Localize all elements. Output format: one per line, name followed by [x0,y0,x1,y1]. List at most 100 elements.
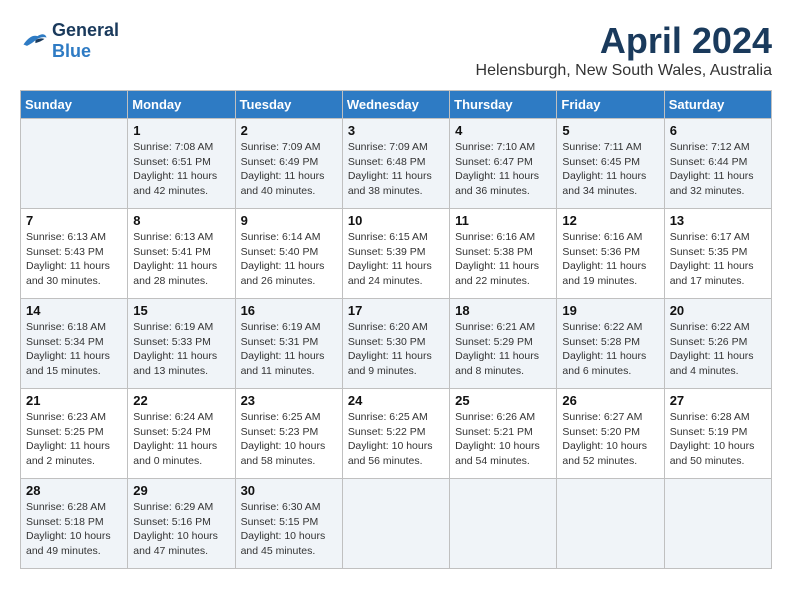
day-info: Sunrise: 7:12 AMSunset: 6:44 PMDaylight:… [670,140,766,199]
day-number: 24 [348,393,444,408]
table-row: 30 Sunrise: 6:30 AMSunset: 5:15 PMDayligh… [235,479,342,569]
day-info: Sunrise: 7:09 AMSunset: 6:49 PMDaylight:… [241,140,337,199]
table-row: 2 Sunrise: 7:09 AMSunset: 6:49 PMDaylight… [235,119,342,209]
day-info: Sunrise: 6:25 AMSunset: 5:22 PMDaylight:… [348,410,444,469]
day-number: 13 [670,213,766,228]
table-row: 26 Sunrise: 6:27 AMSunset: 5:20 PMDayligh… [557,389,664,479]
table-row: 25 Sunrise: 6:26 AMSunset: 5:21 PMDayligh… [450,389,557,479]
table-row: 16 Sunrise: 6:19 AMSunset: 5:31 PMDayligh… [235,299,342,389]
day-number: 25 [455,393,551,408]
day-number: 8 [133,213,229,228]
day-info: Sunrise: 6:13 AMSunset: 5:41 PMDaylight:… [133,230,229,289]
day-info: Sunrise: 6:27 AMSunset: 5:20 PMDaylight:… [562,410,658,469]
day-info: Sunrise: 6:28 AMSunset: 5:18 PMDaylight:… [26,500,122,559]
day-info: Sunrise: 6:19 AMSunset: 5:31 PMDaylight:… [241,320,337,379]
day-number: 7 [26,213,122,228]
table-row: 12 Sunrise: 6:16 AMSunset: 5:36 PMDayligh… [557,209,664,299]
day-info: Sunrise: 6:29 AMSunset: 5:16 PMDaylight:… [133,500,229,559]
day-number: 4 [455,123,551,138]
day-number: 17 [348,303,444,318]
title-block: April 2024 Helensburgh, New South Wales,… [476,20,772,80]
day-number: 29 [133,483,229,498]
day-number: 5 [562,123,658,138]
table-row: 7 Sunrise: 6:13 AMSunset: 5:43 PMDaylight… [21,209,128,299]
header-sunday: Sunday [21,91,128,119]
table-row: 23Sunrise: 6:25 AMSunset: 5:23 PMDayligh… [235,389,342,479]
table-row: 8 Sunrise: 6:13 AMSunset: 5:41 PMDaylight… [128,209,235,299]
day-info: Sunrise: 6:26 AMSunset: 5:21 PMDaylight:… [455,410,551,469]
day-info: Sunrise: 6:22 AMSunset: 5:26 PMDaylight:… [670,320,766,379]
day-number: 6 [670,123,766,138]
day-info: Sunrise: 6:24 AMSunset: 5:24 PMDaylight:… [133,410,229,469]
table-row [664,479,771,569]
logo-text: General Blue [52,20,119,62]
calendar-table: Sunday Monday Tuesday Wednesday Thursday… [20,90,772,569]
day-number: 10 [348,213,444,228]
table-row: 11 Sunrise: 6:16 AMSunset: 5:38 PMDayligh… [450,209,557,299]
header-tuesday: Tuesday [235,91,342,119]
day-info: Sunrise: 6:17 AMSunset: 5:35 PMDaylight:… [670,230,766,289]
day-number: 22 [133,393,229,408]
day-number: 30 [241,483,337,498]
day-number: 19 [562,303,658,318]
table-row: 9 Sunrise: 6:14 AMSunset: 5:40 PMDaylight… [235,209,342,299]
day-info: Sunrise: 6:15 AMSunset: 5:39 PMDaylight:… [348,230,444,289]
day-info: Sunrise: 7:10 AMSunset: 6:47 PMDaylight:… [455,140,551,199]
day-info: Sunrise: 7:11 AMSunset: 6:45 PMDaylight:… [562,140,658,199]
day-info: Sunrise: 7:09 AMSunset: 6:48 PMDaylight:… [348,140,444,199]
calendar-week-row: 21Sunrise: 6:23 AMSunset: 5:25 PMDayligh… [21,389,772,479]
day-info: Sunrise: 6:20 AMSunset: 5:30 PMDaylight:… [348,320,444,379]
table-row: 10 Sunrise: 6:15 AMSunset: 5:39 PMDayligh… [342,209,449,299]
table-row: 4 Sunrise: 7:10 AMSunset: 6:47 PMDaylight… [450,119,557,209]
day-info: Sunrise: 6:13 AMSunset: 5:43 PMDaylight:… [26,230,122,289]
day-number: 28 [26,483,122,498]
day-info: Sunrise: 6:16 AMSunset: 5:36 PMDaylight:… [562,230,658,289]
day-info: Sunrise: 6:22 AMSunset: 5:28 PMDaylight:… [562,320,658,379]
day-number: 1 [133,123,229,138]
day-number: 26 [562,393,658,408]
day-info: Sunrise: 6:18 AMSunset: 5:34 PMDaylight:… [26,320,122,379]
day-number: 12 [562,213,658,228]
table-row [557,479,664,569]
table-row: 24 Sunrise: 6:25 AMSunset: 5:22 PMDayligh… [342,389,449,479]
day-number: 11 [455,213,551,228]
table-row [342,479,449,569]
page-header: General Blue April 2024 Helensburgh, New… [20,20,772,80]
day-number: 15 [133,303,229,318]
day-number: 18 [455,303,551,318]
table-row: 13 Sunrise: 6:17 AMSunset: 5:35 PMDayligh… [664,209,771,299]
table-row: 17 Sunrise: 6:20 AMSunset: 5:30 PMDayligh… [342,299,449,389]
day-number: 27 [670,393,766,408]
table-row: 15Sunrise: 6:19 AMSunset: 5:33 PMDayligh… [128,299,235,389]
day-number: 23 [241,393,337,408]
logo-bird-icon [20,30,48,52]
location: Helensburgh, New South Wales, Australia [476,62,772,80]
month-title: April 2024 [476,20,772,62]
table-row: 20 Sunrise: 6:22 AMSunset: 5:26 PMDayligh… [664,299,771,389]
day-number: 16 [241,303,337,318]
day-number: 2 [241,123,337,138]
table-row: 5 Sunrise: 7:11 AMSunset: 6:45 PMDaylight… [557,119,664,209]
table-row: 22 Sunrise: 6:24 AMSunset: 5:24 PMDayligh… [128,389,235,479]
header-friday: Friday [557,91,664,119]
logo: General Blue [20,20,119,62]
day-number: 14 [26,303,122,318]
table-row: 1Sunrise: 7:08 AMSunset: 6:51 PMDaylight… [128,119,235,209]
day-number: 3 [348,123,444,138]
day-info: Sunrise: 6:21 AMSunset: 5:29 PMDaylight:… [455,320,551,379]
day-number: 9 [241,213,337,228]
table-row: 28 Sunrise: 6:28 AMSunset: 5:18 PMDayligh… [21,479,128,569]
day-info: Sunrise: 6:16 AMSunset: 5:38 PMDaylight:… [455,230,551,289]
day-number: 20 [670,303,766,318]
day-info: Sunrise: 6:30 AMSunset: 5:15 PMDaylight:… [241,500,337,559]
day-info: Sunrise: 6:23 AMSunset: 5:25 PMDaylight:… [26,410,122,469]
calendar-week-row: 28 Sunrise: 6:28 AMSunset: 5:18 PMDayligh… [21,479,772,569]
table-row: 18 Sunrise: 6:21 AMSunset: 5:29 PMDayligh… [450,299,557,389]
day-info: Sunrise: 6:14 AMSunset: 5:40 PMDaylight:… [241,230,337,289]
calendar-week-row: 7 Sunrise: 6:13 AMSunset: 5:43 PMDaylight… [21,209,772,299]
table-row: 21Sunrise: 6:23 AMSunset: 5:25 PMDayligh… [21,389,128,479]
table-row: 27 Sunrise: 6:28 AMSunset: 5:19 PMDayligh… [664,389,771,479]
day-info: Sunrise: 6:28 AMSunset: 5:19 PMDaylight:… [670,410,766,469]
table-row [450,479,557,569]
table-row: 14 Sunrise: 6:18 AMSunset: 5:34 PMDayligh… [21,299,128,389]
